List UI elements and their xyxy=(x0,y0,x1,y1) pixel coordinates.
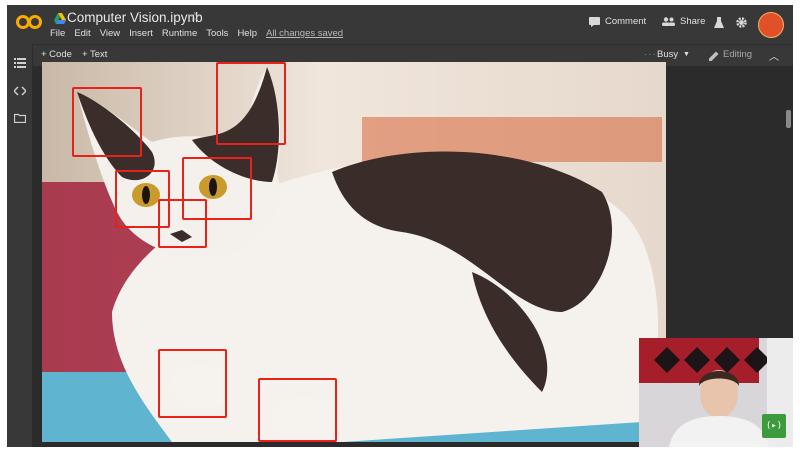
editing-mode[interactable]: Editing xyxy=(723,49,752,60)
menu-edit[interactable]: Edit xyxy=(74,28,90,39)
code-snippets-icon[interactable] xyxy=(14,86,26,96)
runtime-status[interactable]: Busy xyxy=(657,49,678,60)
menu-runtime[interactable]: Runtime xyxy=(162,28,197,39)
toc-icon[interactable] xyxy=(14,58,26,68)
menu-help[interactable]: Help xyxy=(237,28,257,39)
menu-insert[interactable]: Insert xyxy=(129,28,153,39)
left-sidebar xyxy=(7,44,33,447)
menu-bar: File Edit View Insert Runtime Tools Help… xyxy=(50,28,352,39)
share-label: Share xyxy=(680,16,706,27)
gear-icon[interactable] xyxy=(736,17,747,28)
busy-dots-icon: ··· xyxy=(644,49,657,60)
cat-output-image xyxy=(42,62,666,442)
pencil-icon xyxy=(709,51,719,61)
detection-box xyxy=(158,349,227,418)
detection-box xyxy=(258,378,337,442)
detection-box xyxy=(158,199,207,248)
scrollbar-thumb[interactable] xyxy=(786,110,791,128)
menu-tools[interactable]: Tools xyxy=(206,28,228,39)
top-bar: Computer Vision.ipynb ☆ File Edit View I… xyxy=(7,5,793,44)
save-status-link[interactable]: All changes saved xyxy=(266,28,343,39)
flask-icon[interactable] xyxy=(714,17,724,28)
detection-box xyxy=(216,62,286,145)
menu-file[interactable]: File xyxy=(50,28,65,39)
comment-icon xyxy=(589,16,600,27)
share-button[interactable]: Share xyxy=(662,16,705,27)
add-code-button[interactable]: + Code xyxy=(41,49,72,60)
colab-logo-icon[interactable] xyxy=(16,14,42,30)
menu-view[interactable]: View xyxy=(100,28,120,39)
chevron-down-icon[interactable]: ▼ xyxy=(683,51,690,58)
avatar[interactable] xyxy=(758,12,784,38)
add-text-button[interactable]: + Text xyxy=(82,49,107,60)
detection-box xyxy=(72,87,142,157)
comment-button[interactable]: Comment xyxy=(589,16,646,27)
notebook-title[interactable]: Computer Vision.ipynb xyxy=(67,10,203,25)
comment-label: Comment xyxy=(605,16,647,27)
star-icon[interactable]: ☆ xyxy=(189,9,201,25)
folder-icon[interactable] xyxy=(14,113,26,123)
drive-icon xyxy=(54,13,66,24)
freecodecamp-logo: (▸) xyxy=(762,414,786,438)
collapse-chevron-icon[interactable]: ︿ xyxy=(769,48,779,63)
people-icon xyxy=(662,17,675,26)
